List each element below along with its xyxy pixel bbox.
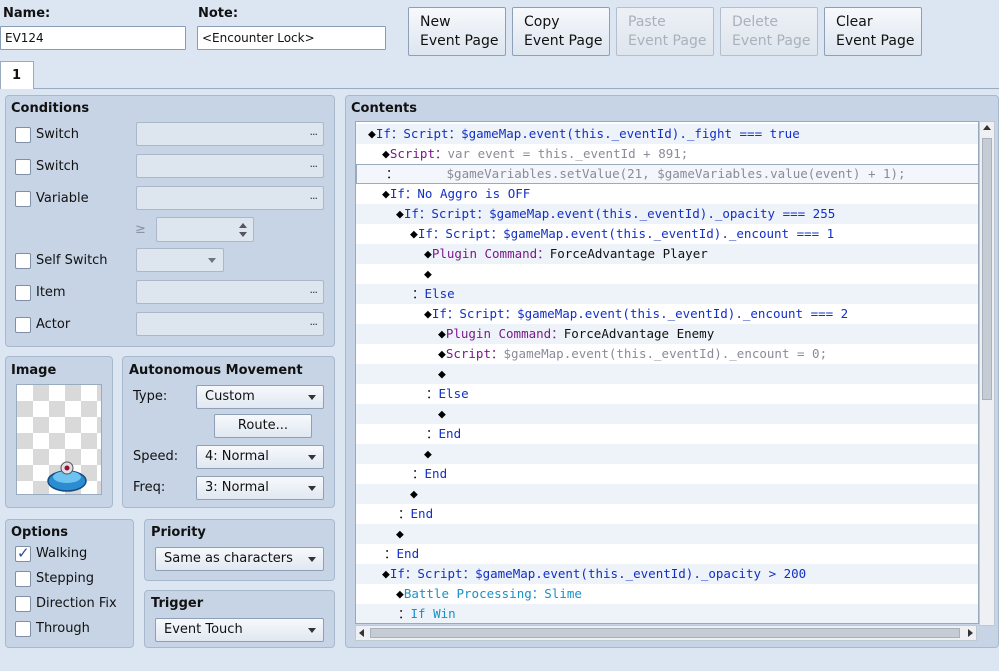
freq-select[interactable]: 3: Normal [196, 476, 324, 500]
freq-label: Freq: [133, 480, 166, 495]
actor-checkbox[interactable] [15, 317, 31, 333]
vertical-scroll-thumb[interactable] [982, 138, 992, 400]
switch1-label: Switch [36, 127, 79, 142]
event-image-preview[interactable] [16, 384, 102, 495]
item-label: Item [36, 285, 66, 300]
command-row[interactable]: ◆Battle Processing：Slime [356, 584, 978, 604]
command-row[interactable]: ◆If：No Aggro is OFF [356, 184, 978, 204]
route-button[interactable]: Route... [214, 414, 312, 438]
stepping-label: Stepping [36, 571, 94, 586]
note-label: Note: [198, 6, 239, 21]
tab-divider [34, 88, 999, 89]
command-row[interactable]: ◆If：Script：$gameMap.event(this._eventId)… [356, 204, 978, 224]
switch2-field[interactable]: ... [136, 154, 324, 178]
stepping-checkbox[interactable] [15, 571, 31, 587]
command-row[interactable]: ◆ [356, 444, 978, 464]
command-row[interactable]: ◆Script：var event = this._eventId + 891; [356, 144, 978, 164]
item-field[interactable]: ... [136, 280, 324, 304]
tab-page-1[interactable]: 1 [0, 61, 34, 89]
switch1-checkbox[interactable] [15, 127, 31, 143]
scroll-up-icon[interactable] [983, 125, 991, 130]
self-switch-select[interactable] [136, 248, 224, 272]
command-row[interactable]: ◆ [356, 524, 978, 544]
options-title: Options [11, 525, 68, 540]
name-input[interactable] [0, 26, 186, 50]
direction-fix-label: Direction Fix [36, 596, 117, 611]
switch2-checkbox[interactable] [15, 159, 31, 175]
command-row[interactable]: ◆Plugin Command：ForceAdvantage Player [356, 244, 978, 264]
command-row[interactable]: ◆ [356, 264, 978, 284]
command-row[interactable]: ：End [356, 544, 978, 564]
self-switch-checkbox[interactable] [15, 253, 31, 269]
name-label: Name: [3, 6, 51, 21]
contents-vertical-scrollbar[interactable] [979, 121, 995, 626]
item-checkbox[interactable] [15, 285, 31, 301]
command-row[interactable]: ：If Win [356, 604, 978, 623]
event-command-list[interactable]: ◆If：Script：$gameMap.event(this._eventId)… [355, 121, 979, 624]
command-row[interactable]: ◆If：Script：$gameMap.event(this._eventId)… [356, 124, 978, 144]
contents-horizontal-scrollbar[interactable] [355, 625, 977, 641]
note-input[interactable] [197, 26, 386, 50]
priority-select[interactable]: Same as characters [155, 547, 324, 571]
speed-select[interactable]: 4: Normal [196, 445, 324, 469]
walking-label: Walking [36, 546, 88, 561]
ge-symbol: ≥ [135, 222, 146, 237]
variable-label: Variable [36, 191, 89, 206]
command-row[interactable]: ：End [356, 464, 978, 484]
slime-sprite-icon [47, 461, 87, 492]
command-row-selected[interactable]: ： $gameVariables.setValue(21, $gameVariab… [356, 164, 978, 184]
command-row[interactable]: ◆If：Script：$gameMap.event(this._eventId)… [356, 224, 978, 244]
trigger-select[interactable]: Event Touch [155, 618, 324, 642]
switch1-field[interactable]: ... [136, 122, 324, 146]
horizontal-scroll-thumb[interactable] [370, 628, 960, 638]
variable-value-stepper[interactable] [156, 217, 254, 242]
command-row[interactable]: ：Else [356, 384, 978, 404]
command-row[interactable]: ◆Plugin Command：ForceAdvantage Enemy [356, 324, 978, 344]
command-row[interactable]: ：End [356, 504, 978, 524]
copy-event-page-button[interactable]: Copy Event Page [512, 7, 610, 56]
contents-title: Contents [351, 101, 417, 116]
delete-event-page-button[interactable]: Delete Event Page [720, 7, 818, 56]
speed-label: Speed: [133, 449, 179, 464]
image-title: Image [11, 363, 57, 378]
command-row[interactable]: ◆ [356, 404, 978, 424]
scroll-right-icon[interactable] [968, 629, 973, 637]
variable-checkbox[interactable] [15, 191, 31, 207]
command-row[interactable]: ：Else [356, 284, 978, 304]
type-label: Type: [133, 389, 168, 404]
clear-event-page-button[interactable]: Clear Event Page [824, 7, 922, 56]
through-label: Through [36, 621, 90, 636]
actor-field[interactable]: ... [136, 312, 324, 336]
conditions-title: Conditions [11, 101, 90, 116]
through-checkbox[interactable] [15, 621, 31, 637]
trigger-title: Trigger [151, 596, 204, 611]
command-row[interactable]: ：End [356, 424, 978, 444]
new-event-page-button[interactable]: New Event Page [408, 7, 506, 56]
command-row[interactable]: ◆ [356, 484, 978, 504]
walking-checkbox[interactable] [15, 544, 31, 562]
switch2-label: Switch [36, 159, 79, 174]
command-row[interactable]: ◆If：Script：$gameMap.event(this._eventId)… [356, 304, 978, 324]
variable-field[interactable]: ... [136, 186, 324, 210]
command-row[interactable]: ◆If：Script：$gameMap.event(this._eventId)… [356, 564, 978, 584]
scroll-left-icon[interactable] [359, 629, 364, 637]
command-row[interactable]: ◆ [356, 364, 978, 384]
direction-fix-checkbox[interactable] [15, 596, 31, 612]
self-switch-label: Self Switch [36, 253, 108, 268]
actor-label: Actor [36, 317, 71, 332]
priority-title: Priority [151, 525, 206, 540]
movement-title: Autonomous Movement [129, 363, 303, 378]
movement-type-select[interactable]: Custom [196, 385, 324, 409]
command-row[interactable]: ◆Script：$gameMap.event(this._eventId)._e… [356, 344, 978, 364]
paste-event-page-button[interactable]: Paste Event Page [616, 7, 714, 56]
